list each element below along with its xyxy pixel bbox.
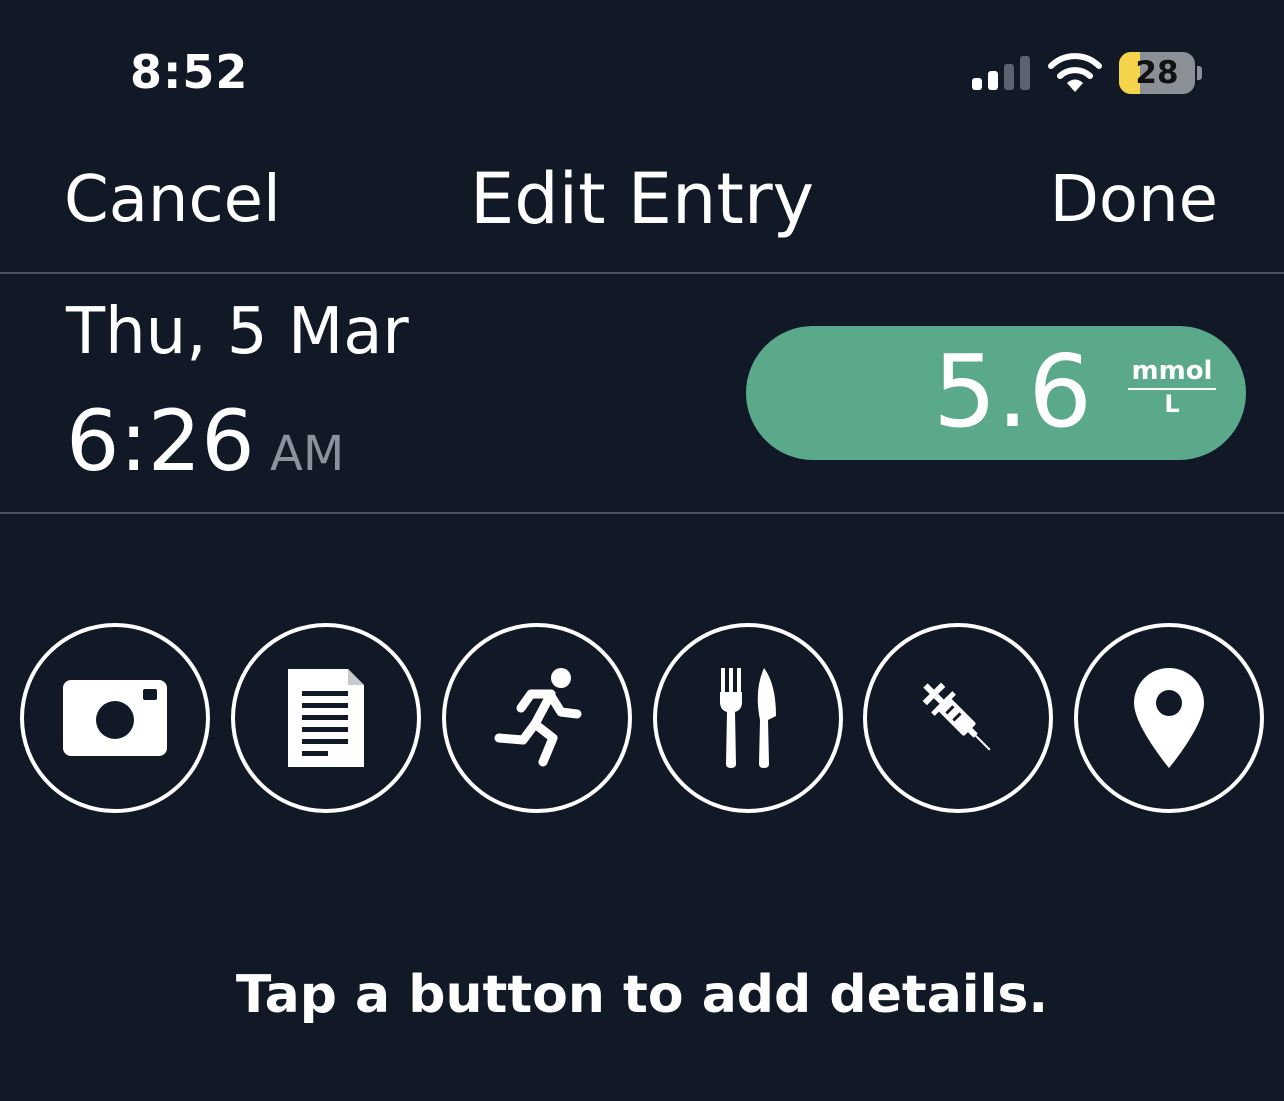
wifi-icon <box>1048 53 1102 92</box>
done-button[interactable]: Done <box>1050 160 1218 240</box>
add-location-button[interactable] <box>1074 623 1264 813</box>
entry-date[interactable]: Thu, 5 Mar <box>66 292 409 372</box>
add-note-button[interactable] <box>231 623 421 813</box>
food-icon <box>720 668 776 768</box>
glucose-unit: mmol L <box>1128 356 1216 418</box>
battery-tip <box>1197 66 1202 80</box>
add-exercise-button[interactable] <box>442 623 632 813</box>
insulin-icon <box>922 682 991 751</box>
edit-entry-screen: 8:52 28 Cancel Edit Entry Done Thu, 5 Ma… <box>0 0 1284 1101</box>
unit-numerator: mmol <box>1128 356 1216 390</box>
divider <box>0 272 1284 274</box>
add-food-button[interactable] <box>653 623 843 813</box>
battery-level: 28 <box>1135 55 1179 91</box>
battery-icon: 28 <box>1119 52 1195 94</box>
add-photo-button[interactable] <box>20 623 210 813</box>
camera-icon <box>63 680 167 756</box>
unit-denominator: L <box>1164 390 1180 418</box>
entry-time[interactable]: 6:26 <box>66 396 255 486</box>
status-time: 8:52 <box>130 45 249 99</box>
exercise-icon <box>494 668 582 767</box>
hint-text: Tap a button to add details. <box>235 965 1049 1025</box>
entry-ampm: AM <box>270 426 345 482</box>
divider <box>0 512 1284 514</box>
location-icon <box>1134 668 1204 768</box>
glucose-value: 5.6 <box>932 333 1092 450</box>
add-insulin-button[interactable] <box>863 623 1053 813</box>
cellular-signal-icon <box>972 56 1032 90</box>
note-icon <box>288 669 364 767</box>
